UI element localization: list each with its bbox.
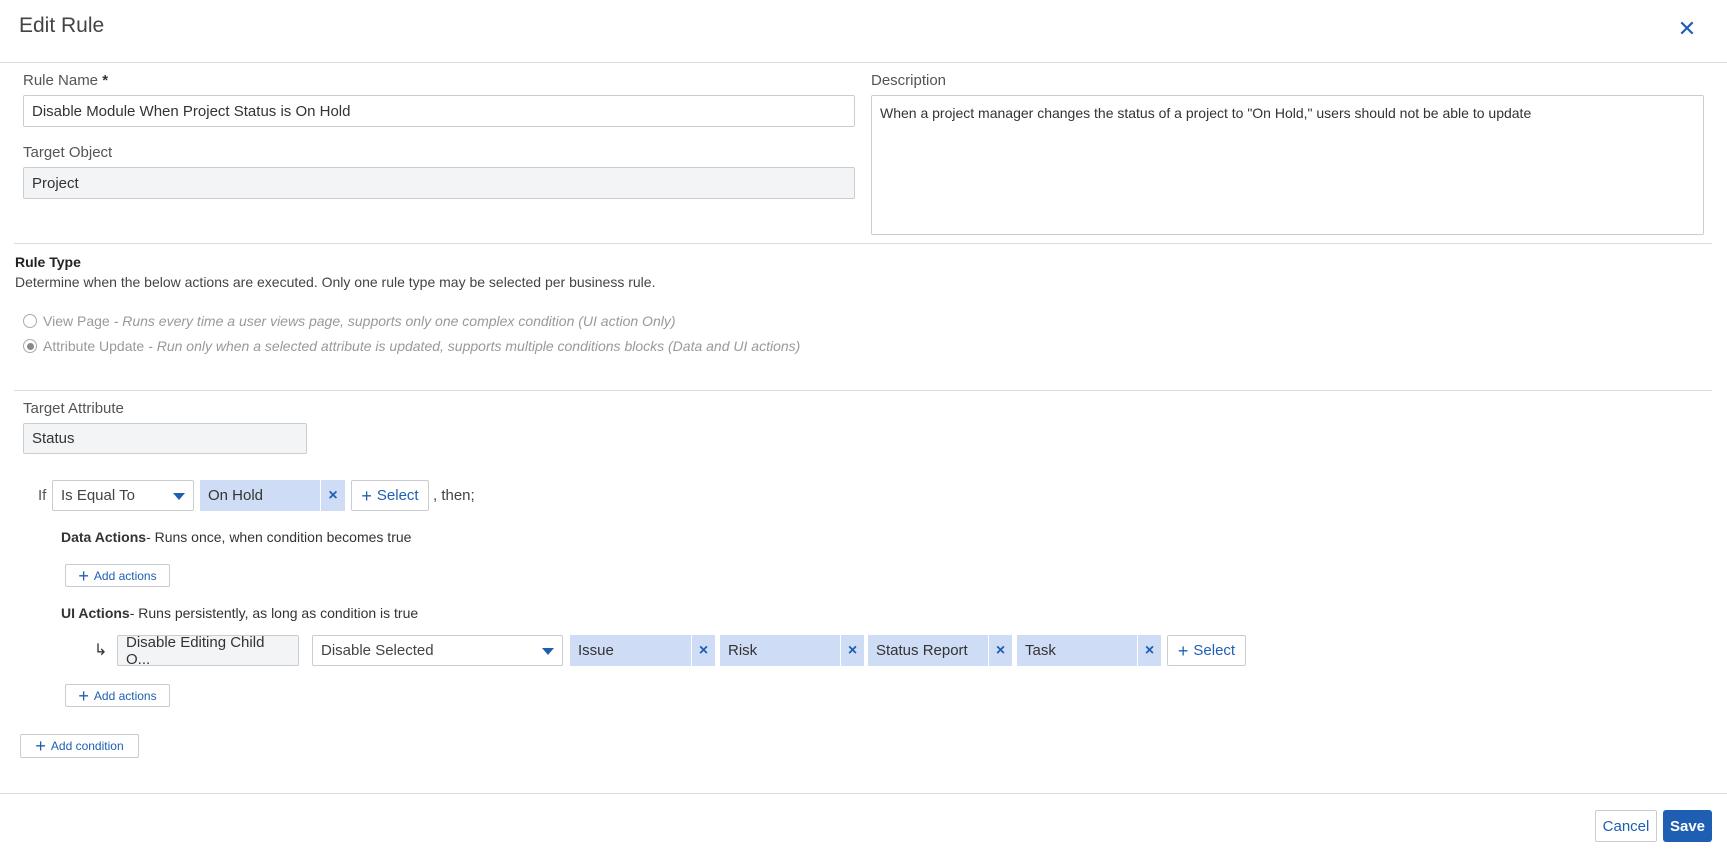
if-label: If	[38, 487, 47, 504]
remove-chip-icon[interactable]: ×	[320, 480, 345, 511]
radio-selected-icon	[23, 339, 37, 353]
add-actions-label: Add actions	[93, 568, 157, 583]
ui-chip-risk: Risk	[720, 635, 840, 666]
rule-name-label: Rule Name *	[23, 72, 109, 89]
then-label: , then;	[433, 487, 475, 504]
plus-icon: +	[361, 485, 372, 506]
rule-type-title: Rule Type	[15, 254, 81, 270]
add-ui-actions-button[interactable]: + Add actions	[65, 684, 170, 707]
add-condition-button[interactable]: + Add condition	[20, 734, 139, 758]
ui-chip-issue: Issue	[570, 635, 691, 666]
radio-detail: - Run only when a selected attribute is …	[148, 338, 801, 354]
target-object-input[interactable]: Project	[23, 167, 855, 199]
radio-detail: - Runs every time a user views page, sup…	[113, 313, 676, 329]
remove-chip-icon[interactable]: ×	[840, 635, 864, 666]
save-button[interactable]: Save	[1663, 810, 1712, 842]
ui-action-mode-select[interactable]: Disable Selected	[312, 635, 563, 666]
target-object-label: Target Object	[23, 144, 113, 161]
select-label: Select	[1193, 642, 1236, 659]
remove-chip-icon[interactable]: ×	[1137, 635, 1161, 666]
ui-actions-select-button[interactable]: + Select	[1167, 635, 1246, 666]
chevron-down-icon	[173, 492, 185, 500]
condition-select-button[interactable]: + Select	[351, 480, 429, 511]
data-actions-heading: Data Actions- Runs once, when condition …	[61, 529, 411, 545]
cancel-button[interactable]: Cancel	[1595, 810, 1657, 842]
section-divider	[14, 243, 1712, 244]
ui-action-name-input[interactable]: Disable Editing Child O...	[117, 634, 299, 668]
add-data-actions-button[interactable]: + Add actions	[65, 564, 170, 587]
value-chip: On Hold	[200, 480, 320, 511]
radio-label: View Page	[43, 313, 110, 329]
add-actions-label: Add actions	[93, 688, 157, 703]
plus-icon: +	[78, 565, 89, 586]
dialog-title: Edit Rule	[19, 14, 105, 37]
operator-select[interactable]: Is Equal To	[52, 480, 194, 511]
rule-name-input[interactable]: Disable Module When Project Status is On…	[23, 95, 855, 127]
radio-attribute-update[interactable]: Attribute Update - Run only when a selec…	[23, 338, 800, 354]
footer-divider	[0, 793, 1727, 794]
ui-chip-status-report: Status Report	[868, 635, 988, 666]
radio-view-page[interactable]: View Page - Runs every time a user views…	[23, 313, 676, 329]
target-attribute-label: Target Attribute	[23, 400, 124, 417]
plus-icon: +	[35, 736, 46, 756]
select-label: Select	[376, 487, 419, 504]
target-attribute-input[interactable]: Status	[23, 423, 307, 454]
radio-unselected-icon	[23, 314, 37, 328]
description-textarea[interactable]: When a project manager changes the statu…	[871, 95, 1704, 235]
description-label: Description	[871, 72, 947, 89]
add-condition-label: Add condition	[50, 739, 124, 753]
header-divider	[0, 62, 1727, 63]
data-actions-title: Data Actions	[61, 529, 147, 545]
ui-chip-task: Task	[1017, 635, 1137, 666]
section-divider	[14, 390, 1712, 391]
ui-actions-desc: - Runs persistently, as long as conditio…	[129, 605, 419, 621]
chevron-down-icon	[542, 647, 554, 655]
required-mark: *	[102, 72, 109, 89]
rule-type-description: Determine when the below actions are exe…	[15, 274, 656, 290]
ui-actions-title: UI Actions	[61, 605, 130, 621]
ui-action-mode-value: Disable Selected	[321, 642, 434, 659]
data-actions-desc: - Runs once, when condition becomes true	[146, 529, 412, 545]
child-arrow-icon: ↳	[94, 642, 108, 659]
plus-icon: +	[78, 685, 89, 706]
radio-label: Attribute Update	[43, 338, 145, 354]
close-icon[interactable]: ✕	[1676, 18, 1698, 40]
ui-actions-heading: UI Actions- Runs persistently, as long a…	[61, 605, 418, 621]
operator-value: Is Equal To	[61, 487, 135, 504]
plus-icon: +	[1177, 640, 1189, 661]
remove-chip-icon[interactable]: ×	[988, 635, 1012, 666]
remove-chip-icon[interactable]: ×	[691, 635, 715, 666]
